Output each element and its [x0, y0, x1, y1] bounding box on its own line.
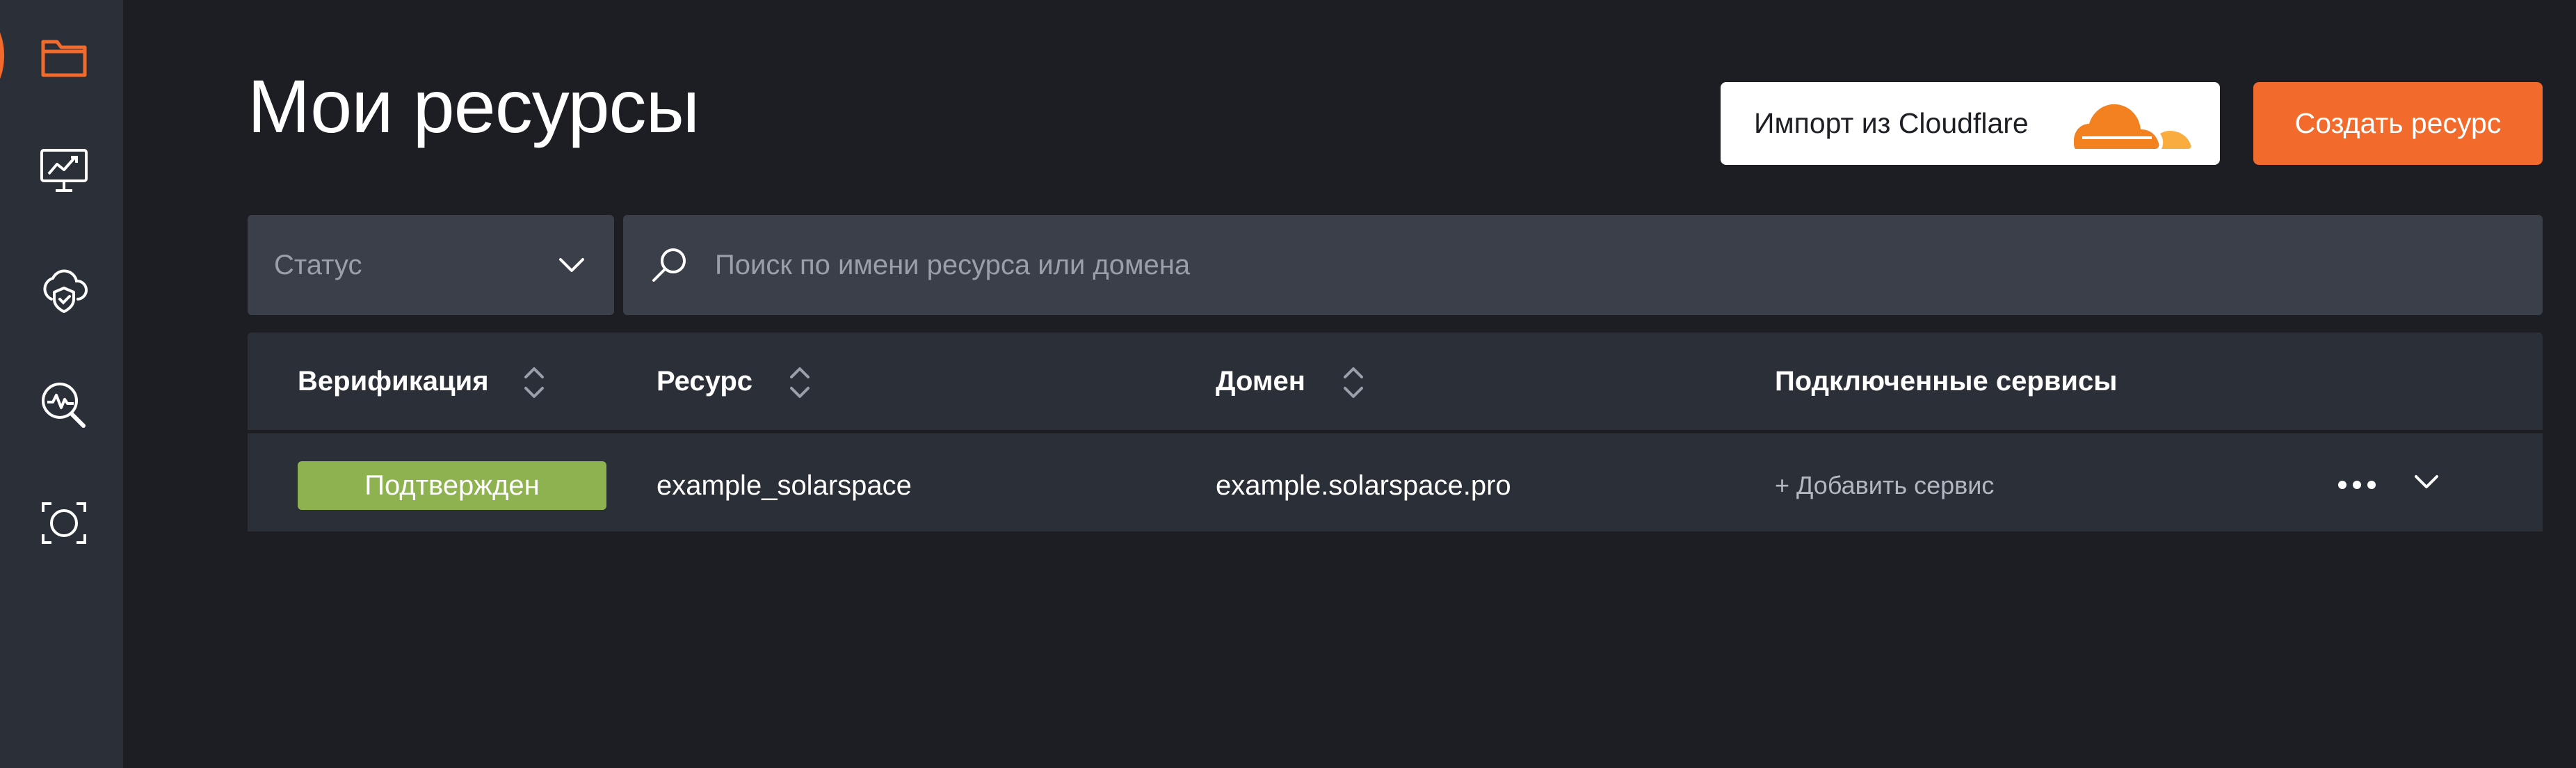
cloud-shield-icon: [43, 269, 88, 313]
chevron-down-icon[interactable]: [2412, 468, 2441, 496]
page-title: Мои ресурсы: [248, 64, 700, 148]
more-icon[interactable]: [2333, 471, 2381, 499]
chevron-down-icon: [559, 258, 584, 272]
search-icon: [652, 248, 686, 282]
search-analytics-icon: [42, 383, 86, 428]
active-indicator: [0, 15, 4, 96]
import-cloudflare-button[interactable]: Импорт из Cloudflare: [1721, 82, 2220, 165]
sidebar-item-protection[interactable]: [33, 257, 95, 319]
status-filter-select[interactable]: Статус: [248, 215, 614, 315]
column-header-resource[interactable]: Ресурс: [657, 333, 752, 430]
create-resource-label: Создать ресурс: [2294, 107, 2502, 139]
status-badge: Подтвержден: [298, 461, 606, 510]
create-resource-button[interactable]: Создать ресурс: [2253, 82, 2543, 165]
add-service-link[interactable]: + Добавить сервис: [1775, 433, 1994, 538]
monitor-chart-icon: [40, 149, 88, 192]
cloudflare-logo-icon: [2074, 104, 2191, 150]
sort-icon[interactable]: [1339, 363, 1367, 402]
table-header: Верификация Ресурс Домен Подключенные се…: [248, 333, 2543, 430]
table-row: Подтвержден example_solarspace example.s…: [248, 433, 2543, 531]
folder-icon: [41, 40, 87, 77]
sidebar-item-analytics[interactable]: [33, 374, 95, 435]
column-header-verification[interactable]: Верификация: [298, 333, 489, 430]
app: Мои ресурсы Импорт из Cloudflare Создать…: [0, 0, 2576, 768]
column-header-services: Подключенные сервисы: [1775, 366, 2118, 397]
sort-icon[interactable]: [520, 363, 548, 402]
scan-focus-icon: [42, 502, 86, 544]
import-cloudflare-label: Импорт из Cloudflare: [1754, 107, 2029, 139]
search-box: [623, 215, 2543, 315]
sidebar-item-resources[interactable]: [33, 26, 95, 88]
status-filter-value: Статус: [274, 250, 362, 280]
search-input[interactable]: [715, 215, 2509, 315]
resource-name[interactable]: example_solarspace: [657, 433, 912, 538]
sidebar: [0, 0, 123, 768]
domain-name: example.solarspace.pro: [1216, 470, 1511, 501]
sidebar-item-scan[interactable]: [33, 493, 95, 554]
sidebar-item-monitoring[interactable]: [33, 139, 95, 200]
column-header-domain[interactable]: Домен: [1216, 333, 1305, 430]
sort-icon[interactable]: [786, 363, 814, 402]
